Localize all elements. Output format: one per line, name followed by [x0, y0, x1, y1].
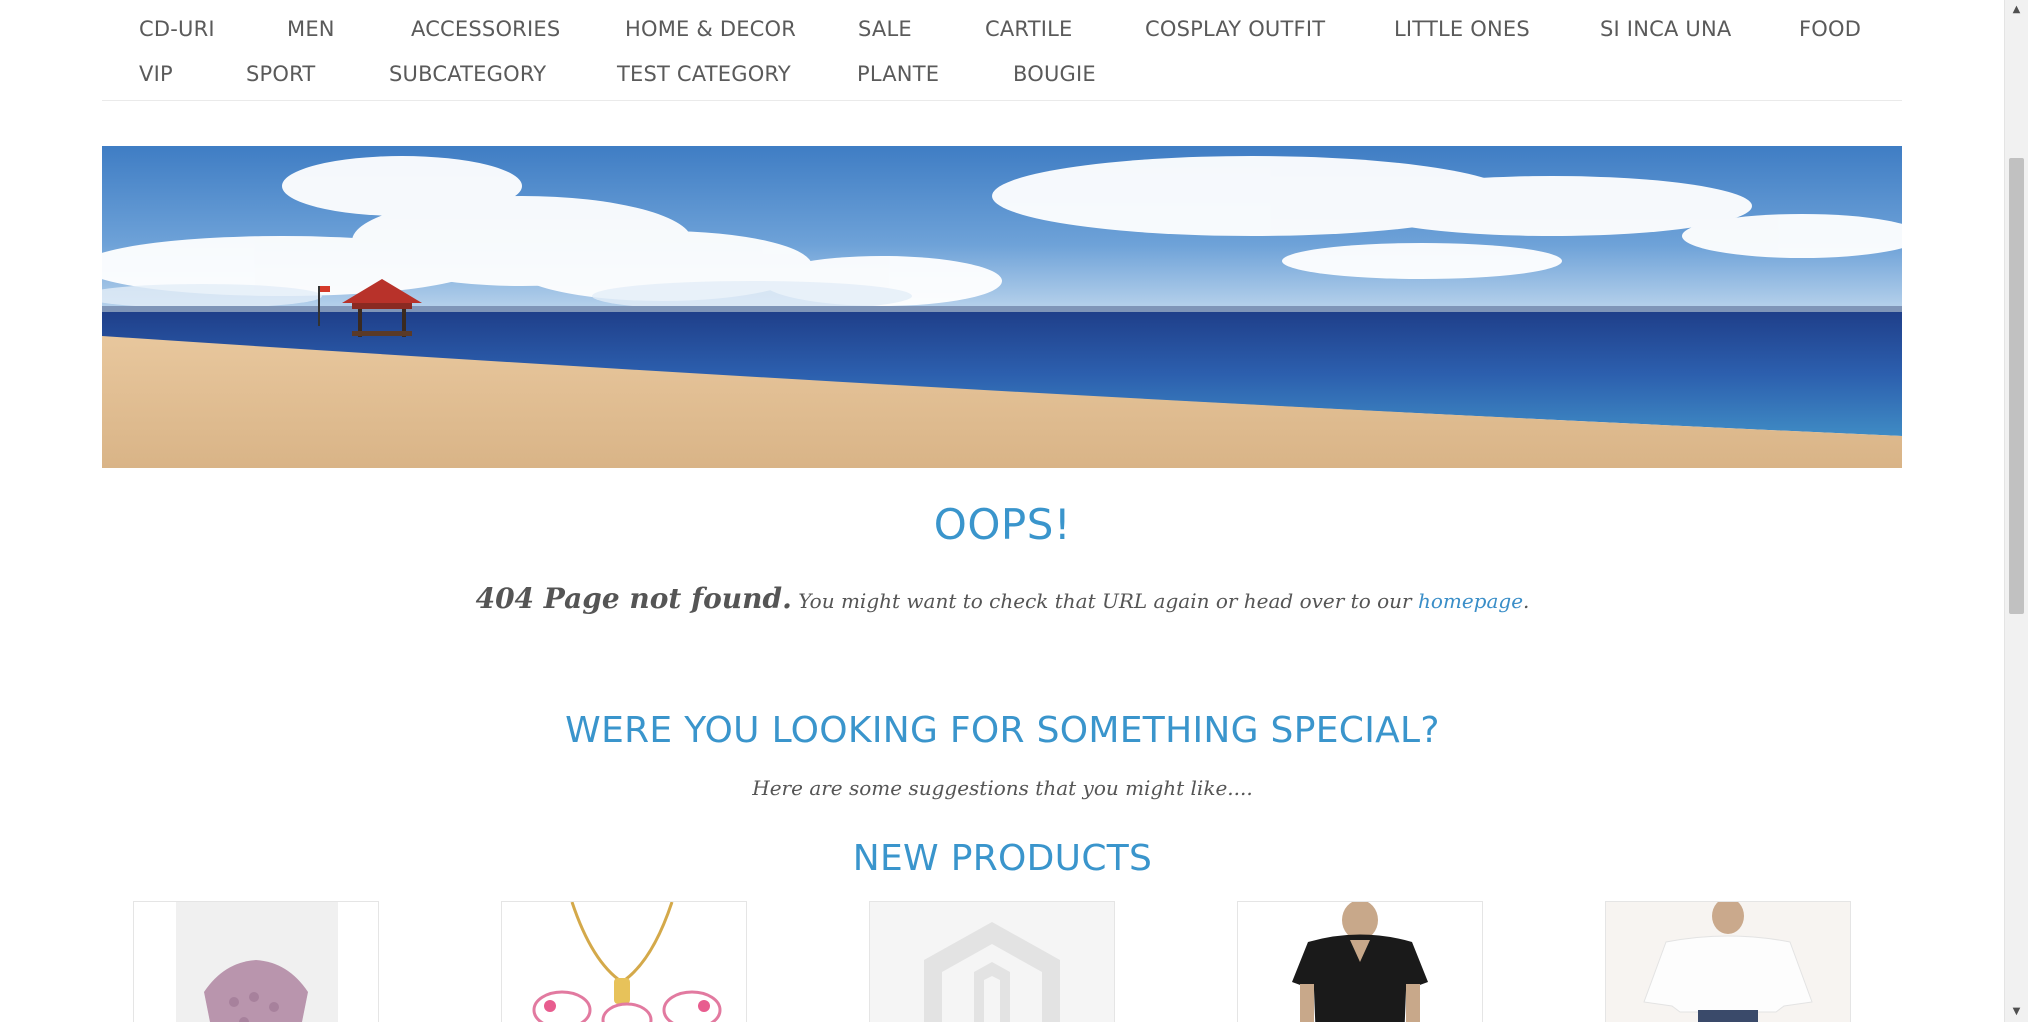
nav-cd-uri[interactable]: CD-URI [139, 17, 215, 41]
beach-banner-image [102, 146, 1902, 468]
nav-vip[interactable]: VIP [139, 62, 173, 86]
scroll-up-arrow-icon[interactable]: ▲ [2005, 0, 2028, 20]
product-card[interactable] [1237, 901, 1483, 1022]
error-help-text: You might want to check that URL again o… [791, 589, 1418, 613]
scrollbar-thumb[interactable] [2009, 158, 2024, 614]
page: CD-URI MEN ACCESSORIES HOME & DECOR SALE… [0, 0, 2005, 1022]
nav-sport[interactable]: SPORT [246, 62, 315, 86]
nav-food[interactable]: FOOD [1799, 17, 1861, 41]
earring-right [662, 990, 722, 1022]
nav-home-decor[interactable]: HOME & DECOR [625, 17, 796, 41]
nav-cosplay-outfit[interactable]: COSPLAY OUTFIT [1145, 17, 1325, 41]
product-image-unicorn-jewelry [532, 902, 722, 1022]
earring-left [532, 990, 592, 1022]
vertical-scrollbar[interactable]: ▲ ▼ [2004, 0, 2028, 1022]
beach-banner-graphic [102, 146, 1902, 468]
nav-row-2: VIP SPORT SUBCATEGORY TEST CATEGORY PLAN… [139, 54, 1902, 99]
error-period: . [1523, 589, 1530, 613]
error-code-text: 404 Page not found. [475, 582, 792, 615]
nav-test-category[interactable]: TEST CATEGORY [617, 62, 791, 86]
nav-men[interactable]: MEN [287, 17, 335, 41]
nav-sale[interactable]: SALE [858, 17, 912, 41]
product-image-white-top [1606, 902, 1850, 1022]
product-card[interactable] [1605, 901, 1851, 1022]
product-card[interactable] [869, 901, 1115, 1022]
nav-subcategory[interactable]: SUBCATEGORY [389, 62, 546, 86]
suggestions-heading: WERE YOU LOOKING FOR SOMETHING SPECIAL? [565, 710, 1440, 751]
nav-row-1: CD-URI MEN ACCESSORIES HOME & DECOR SALE… [139, 9, 1902, 54]
product-placeholder-image [870, 902, 1114, 1022]
nav-si-inca-una[interactable]: SI INCA UNA [1600, 17, 1731, 41]
nav-little-ones[interactable]: LITTLE ONES [1394, 17, 1530, 41]
nav-cartile[interactable]: CARTILE [985, 17, 1072, 41]
nav-plante[interactable]: PLANTE [857, 62, 939, 86]
suggestions-subtitle: Here are some suggestions that you might… [752, 776, 1253, 800]
error-heading: OOPS! [933, 500, 1072, 549]
scroll-down-arrow-icon[interactable]: ▼ [2005, 1002, 2028, 1022]
nav-bougie[interactable]: BOUGIE [1013, 62, 1096, 86]
homepage-link[interactable]: homepage [1418, 589, 1523, 613]
main-navigation: CD-URI MEN ACCESSORIES HOME & DECOR SALE… [102, 0, 1902, 101]
product-image-black-tshirt [1292, 902, 1428, 1022]
nav-accessories[interactable]: ACCESSORIES [411, 17, 560, 41]
product-card[interactable] [501, 901, 747, 1022]
error-message: 404 Page not found. You might want to ch… [0, 582, 2005, 615]
new-products-heading: NEW PRODUCTS [852, 838, 1153, 879]
product-image-sweater [176, 902, 338, 1022]
product-card[interactable] [133, 901, 379, 1022]
